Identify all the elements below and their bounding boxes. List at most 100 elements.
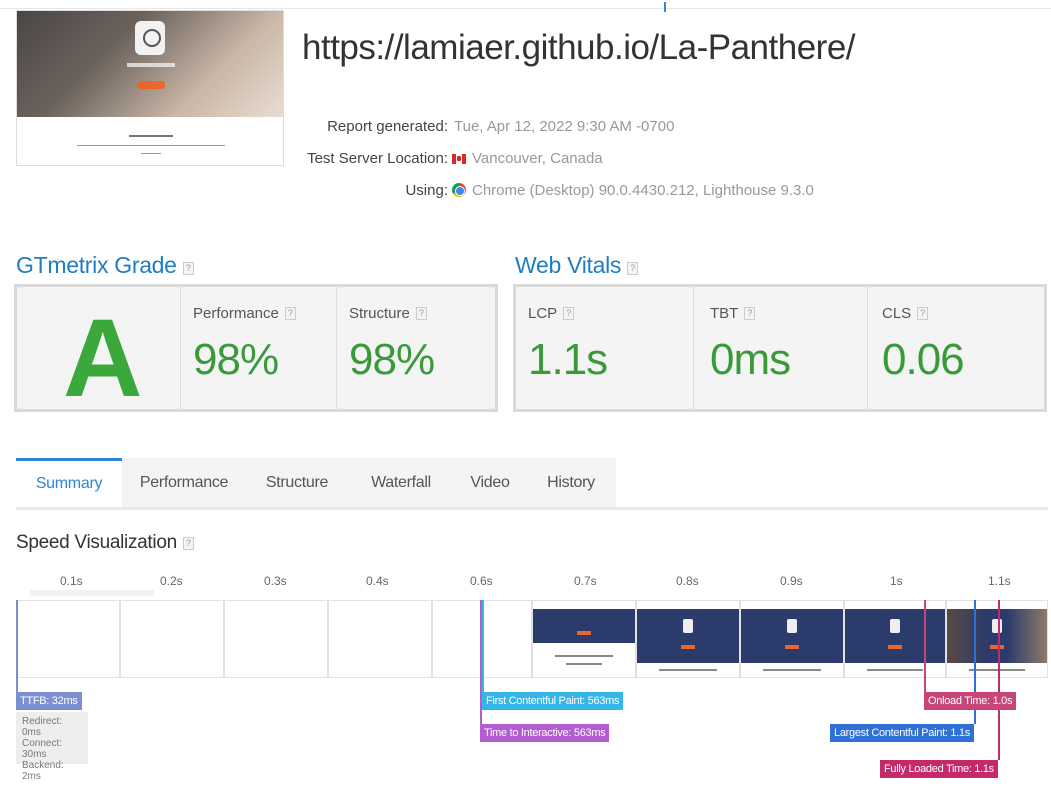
cls-label-text: CLS: [882, 305, 912, 322]
frame-button: [577, 631, 591, 635]
ttfb-marker: [16, 600, 18, 692]
filmstrip-frame-blank[interactable]: [120, 600, 224, 678]
tbt-label: TBT?: [710, 305, 756, 322]
thumbnail-logo-icon: [135, 21, 165, 55]
help-icon[interactable]: ?: [415, 307, 427, 320]
meta-value: Tue, Apr 12, 2022 9:30 AM -0700: [454, 118, 675, 135]
tbt-value: 0ms: [710, 335, 791, 384]
frame-logo-icon: [890, 619, 900, 633]
filmstrip-frame-final[interactable]: [946, 600, 1048, 678]
help-icon[interactable]: ?: [284, 307, 296, 320]
filmstrip-frame-render[interactable]: [532, 600, 636, 678]
structure-cell: Structure? 98%: [337, 287, 495, 409]
tab-waterfall[interactable]: Waterfall: [348, 458, 454, 507]
performance-label: Performance?: [193, 305, 296, 322]
frame-text-line: [555, 655, 613, 657]
thumbnail-hero-text: [127, 63, 175, 67]
timeline-progress-strip: [30, 590, 154, 596]
speed-visualization-title: Speed Visualization?: [16, 532, 194, 554]
frame-button: [785, 645, 799, 649]
grade-letter-cell: A: [17, 287, 181, 420]
tab-performance[interactable]: Performance: [122, 458, 246, 507]
tti-badge[interactable]: Time to Interactive: 563ms: [480, 724, 610, 742]
performance-label-text: Performance: [193, 305, 279, 322]
frame-text-line: [659, 669, 717, 671]
frame-header: [741, 609, 843, 663]
frame-header: [845, 609, 945, 663]
help-icon[interactable]: ?: [627, 262, 639, 275]
cls-value: 0.06: [882, 335, 965, 384]
report-url[interactable]: https://lamiaer.github.io/La-Panthere/: [302, 28, 856, 68]
timeline-tick: 0.3s: [264, 574, 287, 588]
lcp-cell: LCP? 1.1s: [516, 287, 694, 409]
ttfb-badge[interactable]: TTFB: 32ms: [16, 692, 82, 710]
onload-badge[interactable]: Onload Time: 1.0s: [924, 692, 1017, 710]
help-icon[interactable]: ?: [182, 262, 194, 275]
timeline-tick: 1s: [890, 574, 903, 588]
meta-server-location: Test Server Location: Vancouver, Canada: [300, 150, 603, 167]
tab-summary[interactable]: Summary: [16, 458, 122, 507]
ttfb-breakdown: Redirect: 0ms Connect: 30ms Backend: 2ms: [16, 712, 88, 782]
help-icon[interactable]: ?: [563, 307, 575, 320]
chrome-icon: [452, 183, 466, 197]
filmstrip-screenshot: [637, 601, 739, 677]
frame-text-line: [969, 669, 1025, 671]
frame-text-line: [565, 663, 603, 665]
canada-flag-icon: [452, 154, 466, 164]
filmstrip-frame-blank[interactable]: [328, 600, 432, 678]
timeline-tick: 0.8s: [676, 574, 699, 588]
frame-header: [947, 609, 1047, 663]
gtmetrix-grade-title-text: GTmetrix Grade: [16, 252, 177, 278]
timeline-tick: 0.6s: [470, 574, 493, 588]
lcp-label-text: LCP: [528, 305, 558, 322]
thumbnail-text-line: [77, 145, 225, 146]
fcp-marker: [482, 600, 484, 692]
timeline-tick: 0.4s: [366, 574, 389, 588]
filmstrip-frame-render[interactable]: [740, 600, 844, 678]
timeline-tick: 0.7s: [574, 574, 597, 588]
web-vitals-panel: LCP? 1.1s TBT? 0ms CLS? 0.06: [513, 284, 1047, 412]
lcp-badge[interactable]: Largest Contentful Paint: 1.1s: [830, 724, 974, 742]
tab-history[interactable]: History: [526, 458, 616, 507]
meta-label: Test Server Location:: [307, 150, 448, 167]
tab-structure[interactable]: Structure: [246, 458, 348, 507]
cls-label: CLS?: [882, 305, 929, 322]
meta-label: Using:: [405, 182, 448, 199]
web-vitals-title-text: Web Vitals: [515, 252, 622, 278]
thumbnail-text-line: [129, 135, 173, 137]
tab-video[interactable]: Video: [454, 458, 526, 507]
performance-score: 98%: [193, 335, 279, 384]
help-icon[interactable]: ?: [744, 307, 756, 320]
filmstrip-screenshot: [741, 601, 843, 677]
frame-button: [681, 645, 695, 649]
filmstrip-screenshot: [533, 601, 635, 677]
lcp-label: LCP?: [528, 305, 575, 322]
fully-loaded-badge[interactable]: Fully Loaded Time: 1.1s: [880, 760, 998, 778]
ttfb-connect: Connect: 30ms: [22, 738, 63, 760]
thumbnail-hero-button: [137, 81, 165, 89]
frame-logo-icon: [683, 619, 693, 633]
structure-label: Structure?: [349, 305, 427, 322]
gtmetrix-grade-panel: A Performance? 98% Structure? 98%: [14, 284, 498, 420]
frame-button: [990, 645, 1004, 649]
gtmetrix-grade-title: GTmetrix Grade?: [16, 252, 194, 279]
report-tabs: Summary Performance Structure Waterfall …: [16, 458, 1048, 510]
fcp-badge[interactable]: First Contentful Paint: 563ms: [482, 692, 624, 710]
timeline-tick: 0.2s: [160, 574, 183, 588]
thumbnail-text-line: [141, 153, 161, 154]
page-screenshot-thumbnail[interactable]: [16, 10, 284, 166]
structure-label-text: Structure: [349, 305, 410, 322]
filmstrip-frame-render[interactable]: [636, 600, 740, 678]
meta-value: Chrome (Desktop) 90.0.4430.212, Lighthou…: [472, 182, 814, 199]
help-icon[interactable]: ?: [917, 307, 929, 320]
timeline-tick: 1.1s: [988, 574, 1011, 588]
meta-report-generated: Report generated: Tue, Apr 12, 2022 9:30 …: [300, 118, 674, 135]
help-icon[interactable]: ?: [182, 537, 194, 550]
filmstrip-frame-render[interactable]: [844, 600, 946, 678]
speed-visualization-title-text: Speed Visualization: [16, 532, 177, 553]
filmstrip-frame-blank[interactable]: [224, 600, 328, 678]
top-divider: [0, 8, 1051, 9]
filmstrip-frame-blank[interactable]: [16, 600, 120, 678]
fully-loaded-marker: [998, 600, 1000, 760]
frame-logo-icon: [992, 619, 1002, 633]
